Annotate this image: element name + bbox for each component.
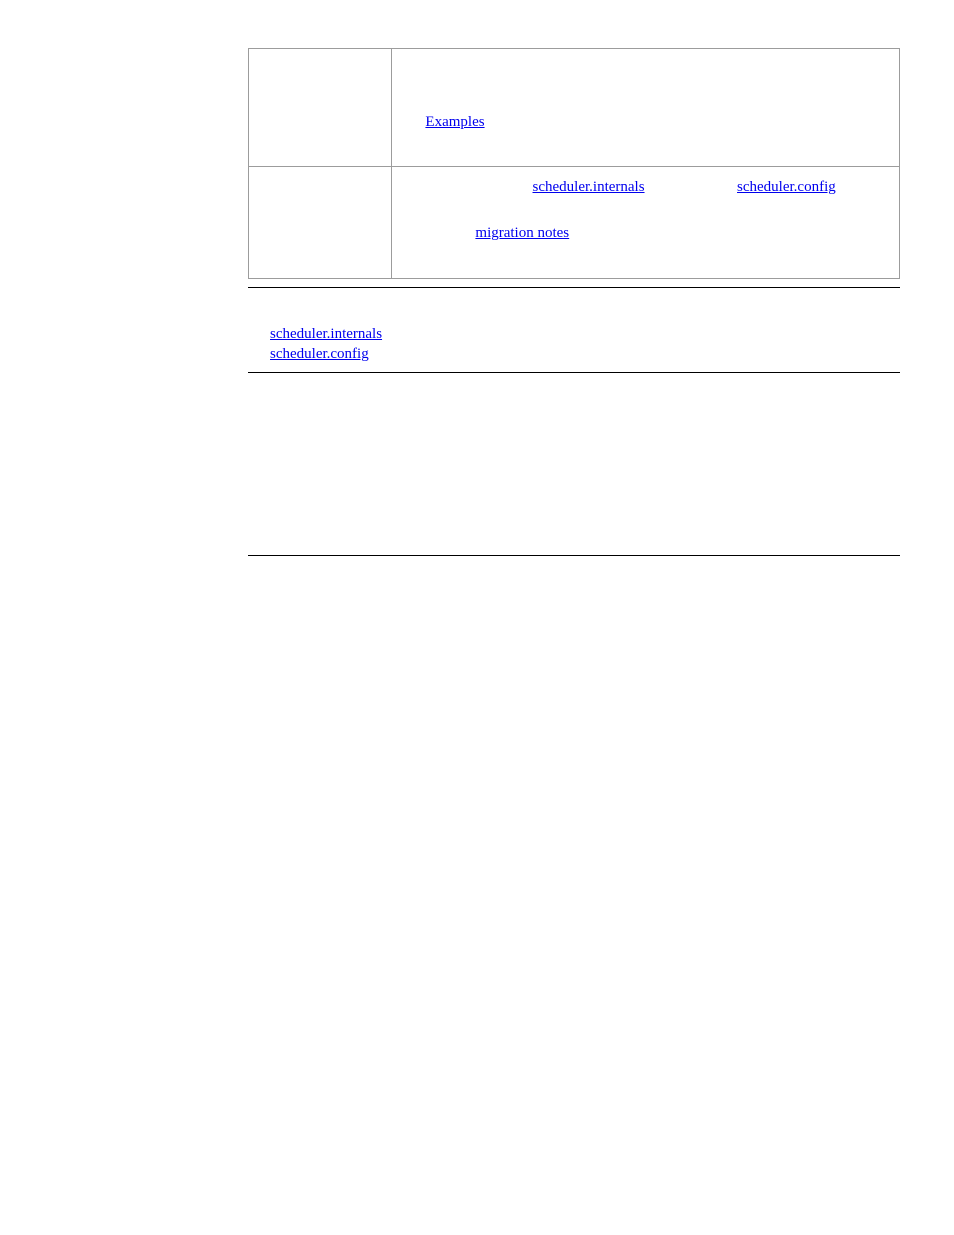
inline-text: (retry timing), bbox=[645, 179, 737, 195]
overview-heading: Overview bbox=[248, 387, 900, 407]
api-method-desc: Optional hook, called when back-off is c… bbox=[248, 843, 900, 863]
api-class-desc: Abstract base class for cooperative poll… bbox=[248, 625, 900, 645]
inline-text: See bbox=[400, 114, 425, 130]
see-also-item: scheduler.internals bbox=[270, 324, 900, 344]
table-row-line: See also the migration notes if upgradin… bbox=[400, 223, 891, 243]
inline-link[interactable]: Examples bbox=[425, 114, 484, 130]
inline-text: Inherit from bbox=[400, 61, 477, 77]
table-row-value: Companion modules: scheduler.internals (… bbox=[392, 166, 900, 278]
inline-text: Companion modules: bbox=[400, 179, 533, 195]
api-class-name: class PollableBase bbox=[248, 603, 900, 623]
see-also-link[interactable]: scheduler.internals bbox=[270, 326, 382, 342]
inline-code: poll_once() bbox=[652, 61, 721, 77]
inline-code: PollableBase bbox=[477, 61, 555, 77]
inline-text: if upgrading from v1. bbox=[569, 225, 702, 241]
table-row: Usage Inherit from PollableBase and imple… bbox=[249, 49, 900, 167]
inline-link[interactable]: migration notes bbox=[475, 225, 569, 241]
inline-text: Register the new poller type in the driv… bbox=[400, 87, 680, 103]
see-also-list: scheduler.internals scheduler.config bbox=[270, 324, 900, 365]
inline-text: See also the bbox=[400, 225, 475, 241]
inline-link[interactable]: scheduler.config bbox=[737, 179, 836, 195]
table-row-line: Companion modules: scheduler.internals (… bbox=[400, 177, 891, 218]
table-row: RelatedCompanion modules: scheduler.inte… bbox=[249, 166, 900, 278]
table-row-label: Usage bbox=[249, 49, 392, 167]
api-method-signature: on_backoff(self, delay_ms: int) -> None bbox=[248, 748, 900, 768]
table-row-label: Related bbox=[249, 166, 392, 278]
table-row-line: See Examples below. bbox=[400, 112, 891, 132]
api-method-desc: Perform at most one unit of work. Must r… bbox=[248, 678, 900, 739]
overview-paragraph: The scheduler tracks consecutive idle cy… bbox=[248, 458, 900, 499]
see-also-item: scheduler.config bbox=[270, 344, 900, 364]
overview-paragraph: This module defines the abstract contrac… bbox=[248, 410, 900, 451]
see-also-section: See also scheduler.internals scheduler.co… bbox=[248, 302, 900, 365]
see-also-link[interactable]: scheduler.config bbox=[270, 346, 369, 362]
api-method-desc: Optional hook, called when the scheduler… bbox=[248, 771, 900, 812]
spec-table: Usage Inherit from PollableBase and imple… bbox=[248, 48, 900, 279]
rule-3 bbox=[248, 555, 900, 556]
overview-paragraph: Implementations should be cheap to const… bbox=[248, 507, 900, 548]
see-also-heading: See also bbox=[248, 302, 900, 322]
inline-text: below. bbox=[485, 114, 528, 130]
api-method-signature: on_resume(self) -> None bbox=[248, 821, 900, 841]
inline-text: and implement bbox=[555, 61, 652, 77]
table-row-line: Register the new poller type in the driv… bbox=[400, 85, 891, 105]
api-method-signature: poll_once(self, budget_ms: int) -> PollR… bbox=[248, 655, 900, 675]
table-row-line: Inherit from PollableBase and implement … bbox=[400, 59, 891, 79]
inline-code: register_poller() bbox=[680, 87, 777, 103]
inline-link[interactable]: scheduler.internals bbox=[533, 179, 645, 195]
rule-2 bbox=[248, 372, 900, 373]
overview-section: Overview This module defines the abstrac… bbox=[248, 387, 900, 547]
table-row-value: Inherit from PollableBase and implement … bbox=[392, 49, 900, 167]
api-heading: Public API bbox=[248, 570, 900, 593]
rule-1 bbox=[248, 287, 900, 288]
inline-text: . bbox=[778, 87, 782, 103]
api-section: Public API class PollableBase Abstract b… bbox=[248, 570, 900, 864]
inline-text: . bbox=[721, 61, 725, 77]
